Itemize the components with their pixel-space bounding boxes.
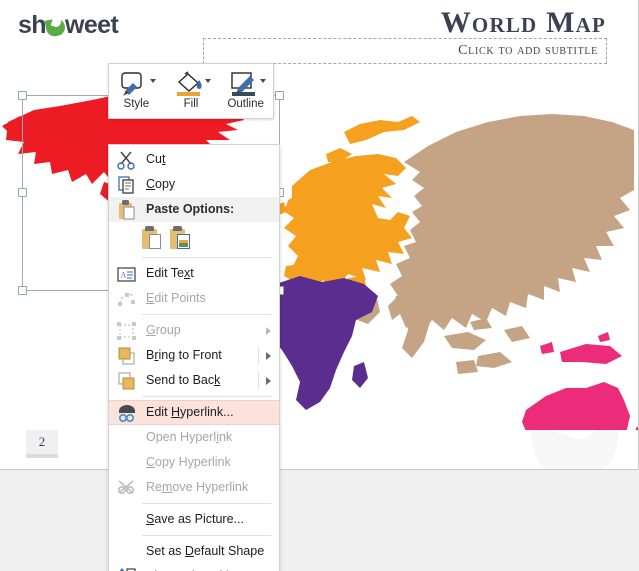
outline-button[interactable]: Outline [218,64,273,118]
no-icon [114,427,140,449]
menu-item-label: Edit Text [146,266,194,281]
menu-item-edit-hyperlink[interactable]: Edit Hyperlink... [109,400,279,425]
page-title[interactable]: World Map [441,6,606,40]
menu-item-send-to-back[interactable]: Send to Back [109,368,279,393]
fill-button-label: Fill [183,98,199,111]
fill-button[interactable]: Fill [164,64,219,118]
slide-number-placeholder[interactable]: 2 [26,430,58,458]
logo-text-left: sh [18,10,47,39]
menu-item-label: Bring to Front [146,348,222,363]
menu-item-edit-points: Edit Points [109,286,279,311]
resize-handle-top-left[interactable] [18,91,27,100]
menu-item-label: Copy [146,177,176,192]
resize-handle-bottom-left[interactable] [18,286,27,295]
copy-icon [114,174,140,196]
resize-handle-top-right[interactable] [275,91,284,100]
editor-background [0,470,639,571]
menu-item-set-as-default-shape[interactable]: Set as Default Shape [109,539,279,564]
pencil-outline-icon [226,71,266,97]
style-button[interactable]: Style [109,64,164,118]
size-position-icon [114,566,140,571]
edit-points-icon [114,288,140,310]
paste-picture-icon[interactable] [170,226,191,250]
scissors-icon [114,149,140,171]
svg-text:A: A [121,270,127,279]
remove-hyperlink-icon [114,477,140,499]
outline-button-label: Outline [227,98,264,111]
menu-item-size-and-position[interactable]: Size and Position... [109,564,279,571]
logo-text-right: weet [64,10,119,39]
menu-separator [142,535,271,536]
send-to-back-icon [114,370,140,392]
menu-item-bring-to-front[interactable]: Bring to Front [109,343,279,368]
menu-item-label: Open Hyperlink [146,430,233,445]
slide-canvas[interactable]: sh weet World Map Click to add subtitle [0,0,639,470]
menu-item-copy[interactable]: Copy [109,172,279,197]
no-icon [114,452,140,474]
hyperlink-icon [114,402,140,424]
mini-toolbar[interactable]: Style Fill Outline [108,63,274,119]
menu-item-label: Group [146,323,181,338]
menu-item-copy-hyperlink: Copy Hyperlink [109,450,279,475]
map-region-oceania[interactable] [522,332,639,430]
menu-separator [142,314,271,315]
context-menu[interactable]: Cut Copy Paste Options: A Edit Text Edit… [108,144,280,571]
no-icon [114,541,140,563]
resize-handle-middle-left[interactable] [18,188,27,197]
paste-keep-source-icon[interactable] [142,226,163,250]
clipboard-icon [114,199,140,221]
subtitle-placeholder-text: Click to add subtitle [458,43,598,58]
menu-item-label: Paste Options: [146,202,235,217]
menu-item-label: Cut [146,152,166,167]
menu-item-cut[interactable]: Cut [109,147,279,172]
no-icon [114,509,140,531]
menu-item-label: Copy Hyperlink [146,455,231,470]
chevron-right-icon [266,351,271,360]
paste-options-row[interactable] [109,222,279,254]
shape-style-icon [116,71,157,97]
group-icon [114,320,140,342]
leaf-icon [44,15,67,38]
edit-text-icon: A [114,263,140,285]
menu-item-label: Remove Hyperlink [146,480,249,495]
menu-item-label: Edit Points [146,291,206,306]
showeet-logo: sh weet [18,10,119,40]
menu-item-remove-hyperlink: Remove Hyperlink [109,475,279,500]
chevron-right-icon [266,326,271,335]
map-region-europe[interactable] [274,116,420,288]
paint-bucket-icon [171,71,211,97]
menu-separator [142,503,271,504]
menu-item-group: Group [109,318,279,343]
menu-item-edit-text[interactable]: A Edit Text [109,261,279,286]
menu-item-paste-options: Paste Options: [109,197,279,222]
menu-item-label: Send to Back [146,373,221,388]
menu-item-label: Set as Default Shape [146,544,265,559]
menu-item-label: Edit Hyperlink... [146,405,234,420]
subtitle-placeholder[interactable]: Click to add subtitle [203,38,607,64]
menu-item-open-hyperlink: Open Hyperlink [109,425,279,450]
menu-item-label: Save as Picture... [146,512,244,527]
style-button-label: Style [123,98,150,111]
menu-item-save-as-picture[interactable]: Save as Picture... [109,507,279,532]
menu-separator [142,396,271,397]
bring-to-front-icon [114,345,140,367]
menu-separator [142,257,271,258]
chevron-right-icon [266,376,271,385]
